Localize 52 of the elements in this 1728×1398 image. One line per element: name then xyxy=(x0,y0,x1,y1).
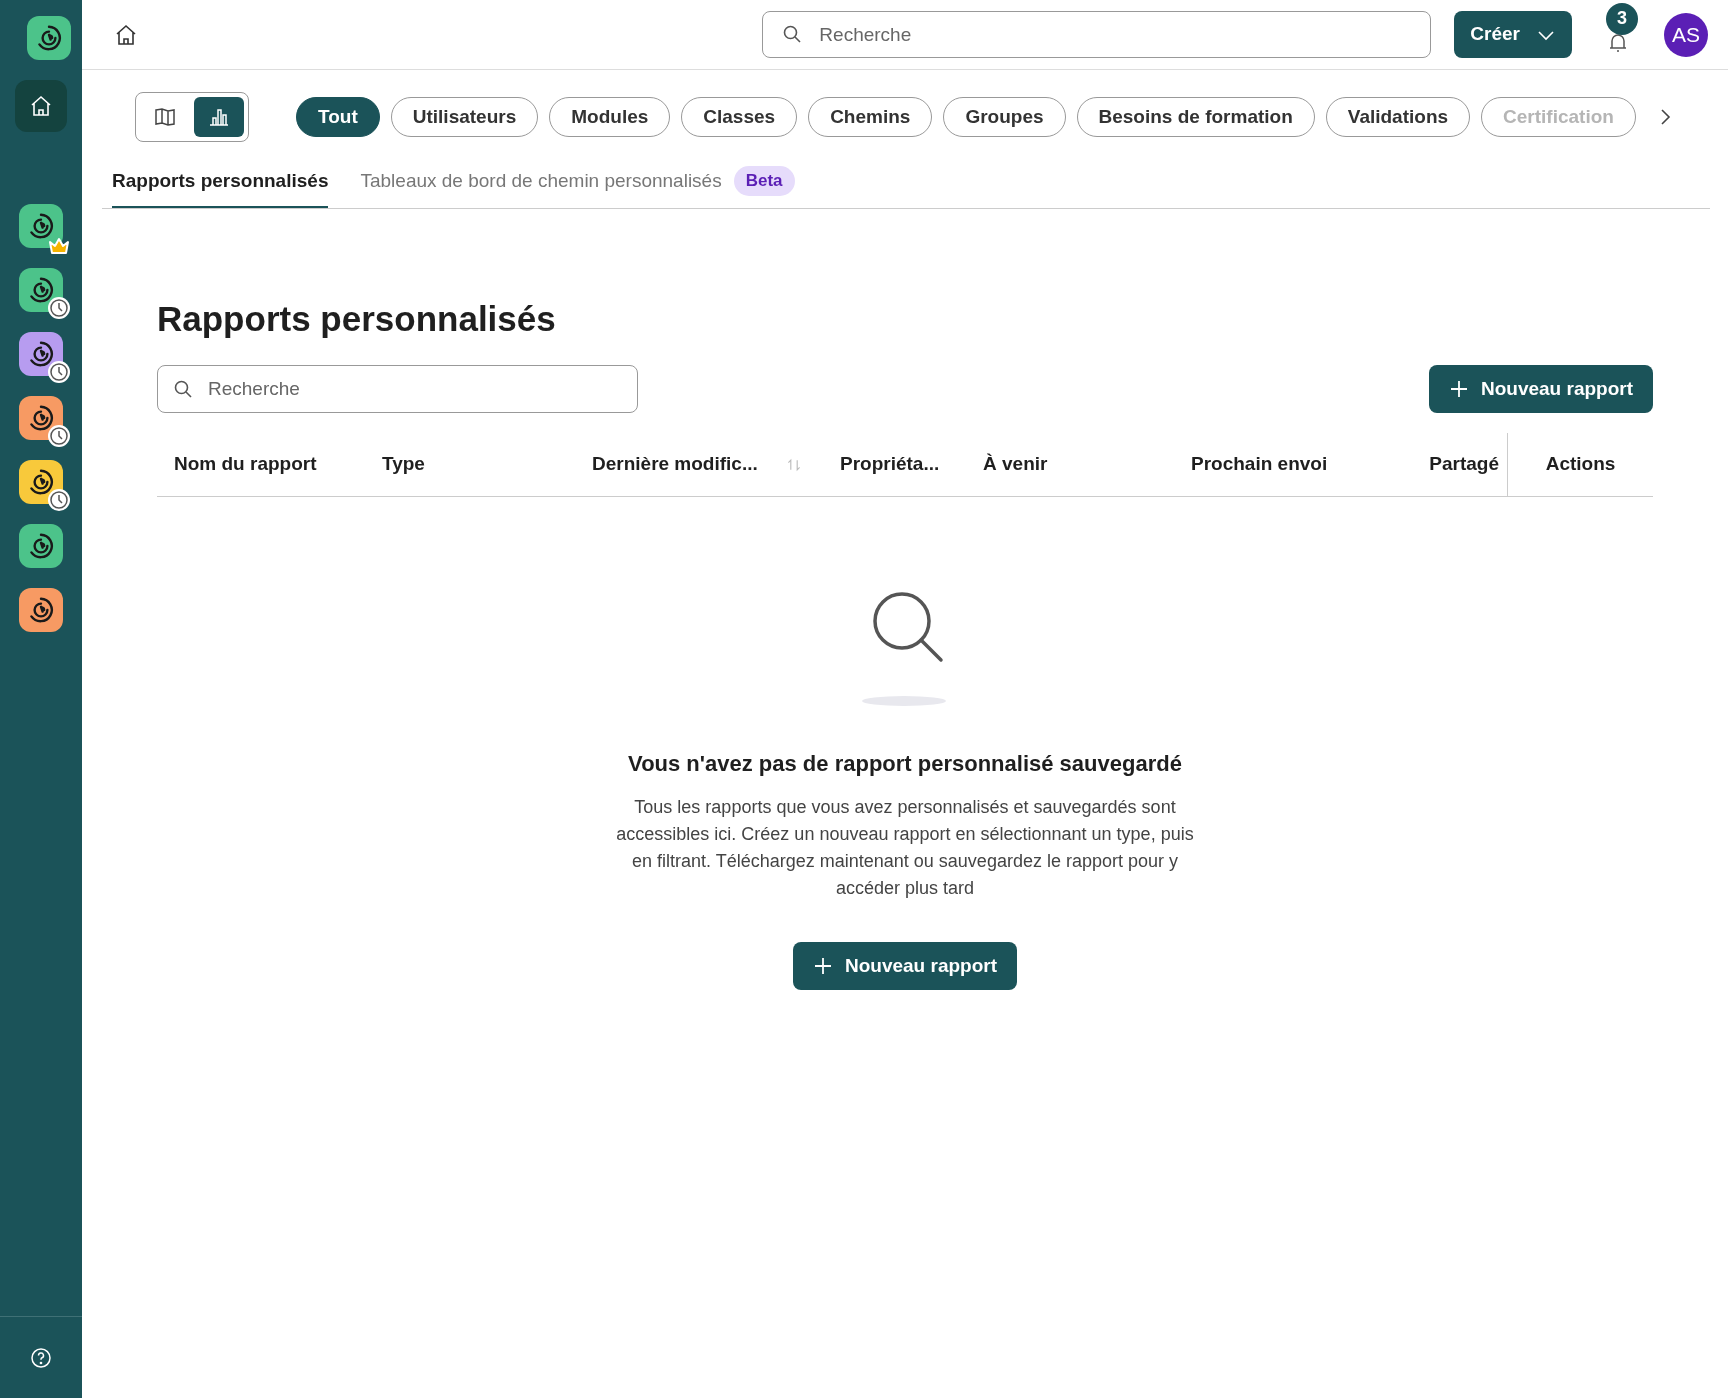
filter-chip[interactable]: Validations xyxy=(1325,97,1471,137)
filter-chip[interactable]: Chemins xyxy=(808,97,933,137)
plus-icon xyxy=(1448,379,1469,399)
search-field[interactable]: Recherche xyxy=(762,11,1432,58)
app-logo[interactable] xyxy=(27,16,71,60)
search-icon xyxy=(173,379,193,399)
app-icon[interactable] xyxy=(19,268,63,312)
column-header[interactable]: Actions xyxy=(1545,450,1616,479)
notification-count: 3 xyxy=(1606,2,1638,35)
column-header[interactable]: À venir xyxy=(983,450,1048,479)
crown-icon xyxy=(47,236,71,256)
book-icon xyxy=(153,105,177,129)
tab[interactable]: Rapports personnalisés xyxy=(112,166,329,208)
app-icon[interactable] xyxy=(19,460,63,504)
column-header[interactable]: Propriéta... xyxy=(840,450,940,479)
new-report-button[interactable]: Nouveau rapport xyxy=(1428,365,1653,413)
search-icon xyxy=(782,24,803,44)
app-icon[interactable] xyxy=(19,204,63,248)
app-icon[interactable] xyxy=(19,524,63,568)
column-header[interactable]: Prochain envoi xyxy=(1191,450,1328,479)
empty-state-text: Tous les rapports que vous avez personnalisés et sauvegardés sont accessibles ici. Créez un nouveau rapport en sélectionnant un type, puis en filtrant. Téléchargez maintenant ou sauvegardez le rapport pour y accéder plus tard xyxy=(615,796,1195,900)
column-header[interactable]: Dernière modific... xyxy=(592,450,802,479)
empty-state-title: Vous n'avez pas de rapport personnalisé sauvegardé xyxy=(628,750,1182,778)
clock-icon xyxy=(47,424,71,448)
filter-chip[interactable]: Utilisateurs xyxy=(390,97,539,137)
report-search-field[interactable]: Recherche xyxy=(157,365,638,413)
view-toggle-button[interactable] xyxy=(194,97,244,137)
column-header[interactable]: Partagé xyxy=(1429,450,1499,479)
create-button[interactable]: Créer xyxy=(1454,11,1572,58)
user-avatar[interactable]: AS xyxy=(1664,12,1708,57)
new-report-button[interactable]: Nouveau rapport xyxy=(793,942,1017,990)
app-icon[interactable] xyxy=(19,588,63,632)
home-icon[interactable] xyxy=(114,22,138,47)
help-icon[interactable] xyxy=(29,1345,53,1370)
filter-chip[interactable]: Tout xyxy=(296,97,380,137)
home-icon xyxy=(29,94,53,118)
beta-badge: Beta xyxy=(733,166,795,196)
filter-chip[interactable]: Besoins de formation xyxy=(1076,97,1315,137)
clock-icon xyxy=(47,488,71,512)
tab[interactable]: Tableaux de bord de chemin personnalisés Beta xyxy=(360,166,795,208)
clock-icon xyxy=(47,360,71,384)
page-title: Rapports personnalisés xyxy=(157,297,557,340)
column-header[interactable]: Nom du rapport xyxy=(174,450,317,479)
home-button[interactable] xyxy=(15,80,67,132)
filter-chip[interactable]: Modules xyxy=(549,97,671,137)
filter-chip[interactable]: Classes xyxy=(681,97,798,137)
filter-chip[interactable]: Groupes xyxy=(943,97,1066,137)
column-header[interactable]: Type xyxy=(382,450,425,479)
clock-icon xyxy=(47,296,71,320)
app-icon[interactable] xyxy=(19,396,63,440)
plus-icon xyxy=(813,956,833,976)
app-icon[interactable] xyxy=(19,332,63,376)
